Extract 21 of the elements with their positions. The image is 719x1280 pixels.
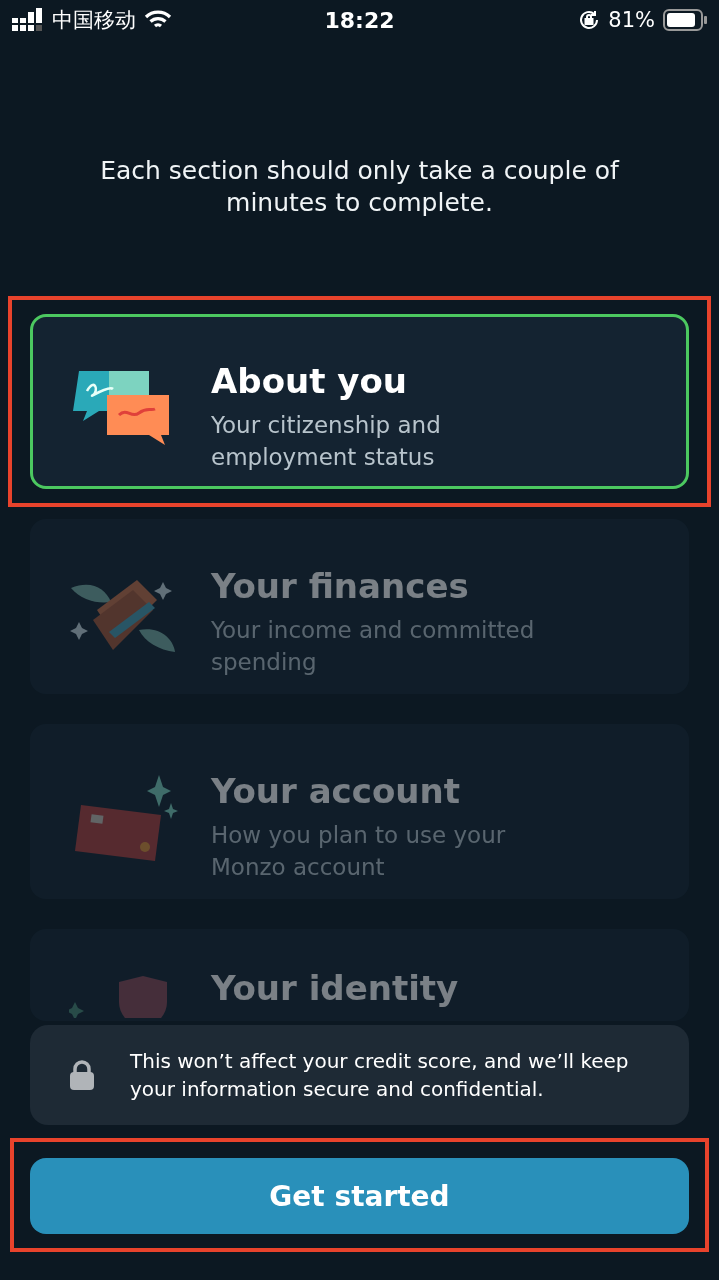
- section-title: Your identity: [211, 968, 459, 1008]
- battery-icon: [663, 9, 707, 31]
- intro-text: Each section should only take a couple of minutes to complete.: [99, 155, 621, 219]
- rotation-lock-icon: [578, 9, 601, 31]
- signal-icon: [12, 8, 44, 32]
- section-card[interactable]: Your account How you plan to use your Monzo account: [30, 724, 689, 899]
- section-title: Your finances: [211, 566, 470, 606]
- notice-text: This won’t affect your credit score, and we’ll keep your information secure and confidential.: [130, 1048, 630, 1103]
- section-card[interactable]: About you Your citizenship and employment status: [30, 314, 689, 489]
- section-description: Your citizenship and employment status: [211, 411, 442, 472]
- clock-time: 18:22: [324, 7, 395, 33]
- battery-percent: 81%: [608, 8, 655, 32]
- section-title: Your account: [211, 771, 461, 811]
- section-title: About you: [211, 361, 409, 401]
- get-started-button[interactable]: Get started: [30, 1158, 689, 1234]
- carrier-name: 中国移动: [52, 7, 136, 34]
- lock-icon: [70, 1060, 94, 1090]
- section-card[interactable]: Your identity: [30, 929, 689, 1021]
- section-description: How you plan to use your Monzo account: [211, 821, 507, 882]
- section-card[interactable]: Your finances Your income and committed spending: [30, 519, 689, 694]
- section-description: Your income and committed spending: [211, 616, 536, 677]
